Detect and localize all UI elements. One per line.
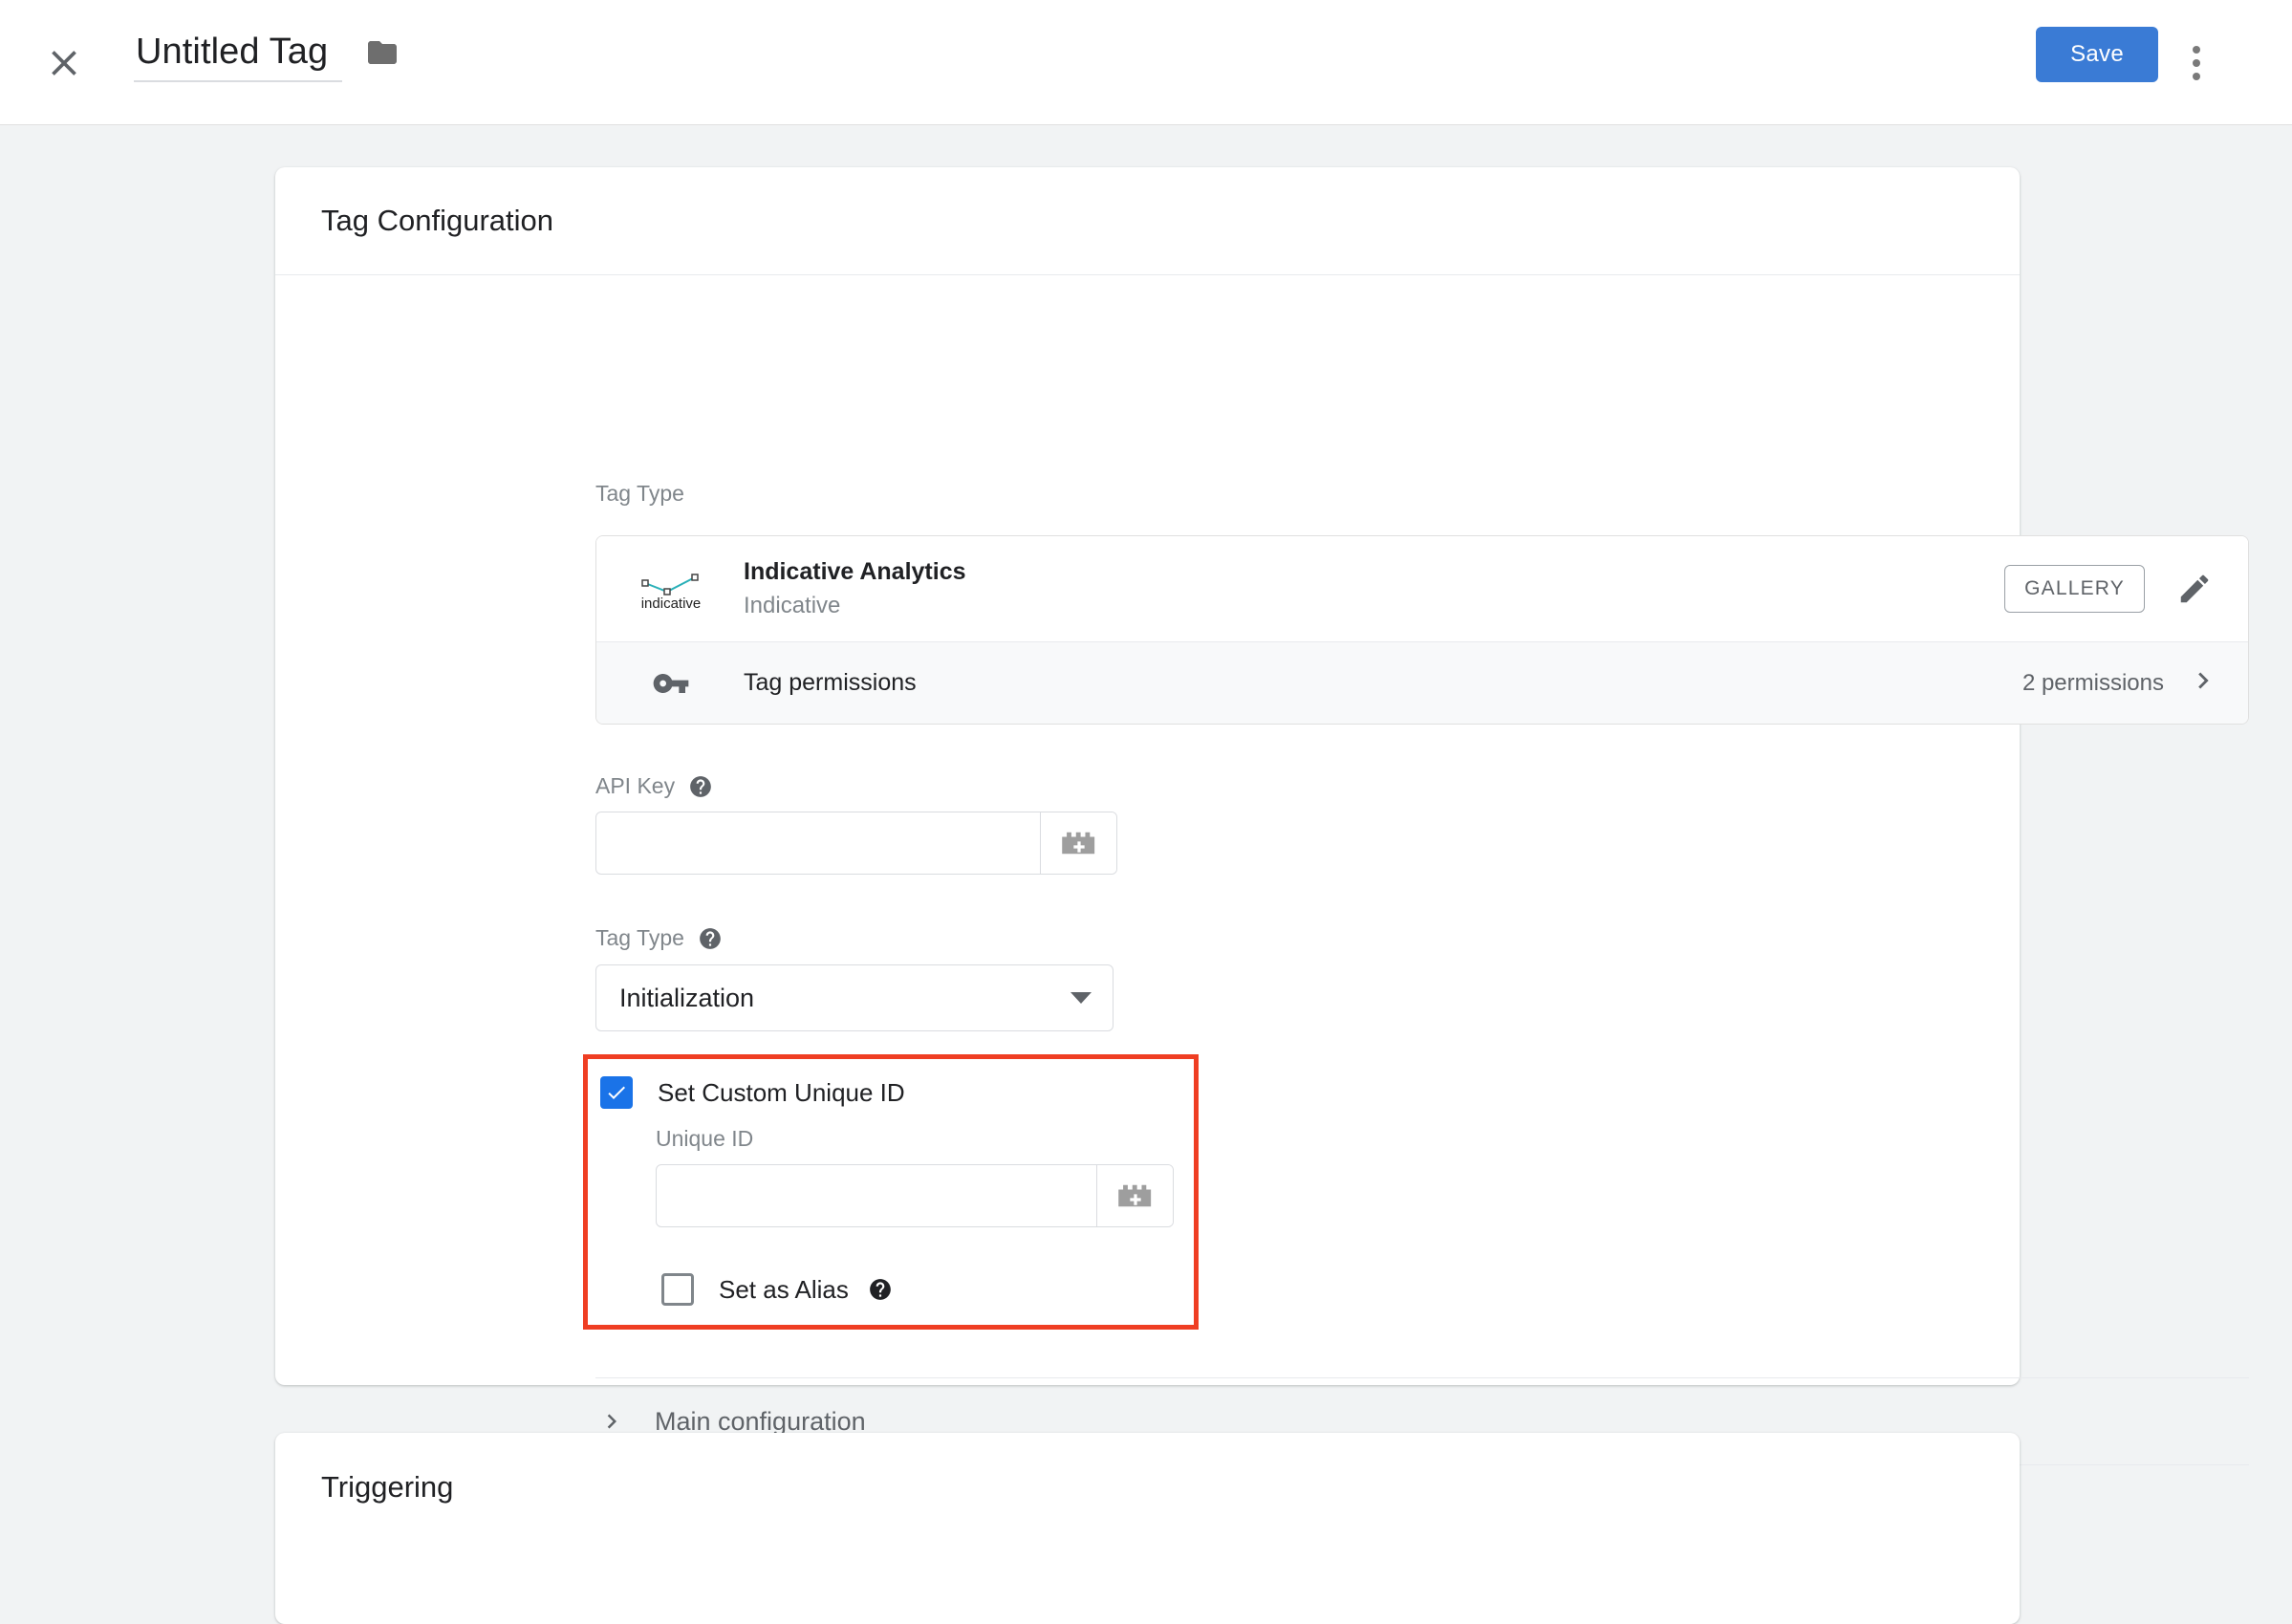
- tag-type-select-value: Initialization: [619, 983, 755, 1012]
- tag-configuration-title: Tag Configuration: [275, 167, 2020, 275]
- insert-variable-icon[interactable]: [1040, 812, 1116, 874]
- set-as-alias-row[interactable]: Set as Alias: [661, 1273, 893, 1306]
- kebab-dot: [2193, 46, 2200, 54]
- gallery-button[interactable]: GALLERY: [2004, 565, 2145, 613]
- tag-type-row[interactable]: indicative Indicative Analytics Indicati…: [596, 536, 2248, 641]
- api-key-label: API Key: [595, 773, 713, 799]
- tag-type-text: Indicative Analytics Indicative: [744, 555, 2004, 622]
- tag-type-select-label: Tag Type: [595, 925, 723, 951]
- set-custom-unique-id-checkbox[interactable]: [600, 1076, 633, 1109]
- chevron-right-icon: [2187, 664, 2219, 702]
- set-as-alias-label: Set as Alias: [719, 1274, 849, 1304]
- set-as-alias-checkbox[interactable]: [661, 1273, 694, 1306]
- tag-type-box: indicative Indicative Analytics Indicati…: [595, 535, 2249, 725]
- tag-configuration-card: Tag Configuration Tag Type indicative In…: [275, 167, 2249, 1505]
- tag-type-select[interactable]: Initialization: [595, 964, 1114, 1031]
- save-button[interactable]: Save: [2036, 27, 2158, 82]
- unique-id-input[interactable]: [657, 1165, 1096, 1226]
- close-icon: [43, 42, 85, 84]
- kebab-dot: [2193, 73, 2200, 80]
- triggering-card: Triggering: [275, 1433, 2020, 1624]
- folder-icon[interactable]: [365, 35, 400, 70]
- set-custom-unique-id-label: Set Custom Unique ID: [658, 1077, 905, 1107]
- svg-text:indicative: indicative: [641, 595, 702, 612]
- tag-type-name: Indicative Analytics: [744, 558, 966, 585]
- app-bar: Untitled Tag Save: [0, 0, 2292, 125]
- main-configuration-label: Main configuration: [655, 1406, 866, 1436]
- tag-type-section-label: Tag Type: [595, 481, 684, 506]
- tag-permissions-count: 2 permissions: [2022, 669, 2164, 696]
- pencil-icon[interactable]: [2166, 560, 2223, 617]
- unique-id-field[interactable]: [656, 1164, 1174, 1227]
- tag-name-input[interactable]: Untitled Tag: [134, 29, 342, 82]
- api-key-input[interactable]: [596, 812, 1040, 874]
- chevron-down-icon: [1070, 992, 1092, 1004]
- insert-variable-icon[interactable]: [1096, 1165, 1173, 1226]
- unique-id-label: Unique ID: [656, 1126, 754, 1151]
- title-area: Untitled Tag: [134, 29, 400, 82]
- api-key-field[interactable]: [595, 812, 1117, 875]
- more-vert-icon[interactable]: [2175, 38, 2217, 88]
- chevron-right-icon: [595, 1407, 628, 1436]
- indicative-logo-icon: indicative: [625, 562, 717, 616]
- close-button[interactable]: [42, 41, 86, 85]
- tag-permissions-row[interactable]: Tag permissions 2 permissions: [596, 641, 2248, 724]
- key-icon: [625, 664, 717, 703]
- help-circle-icon[interactable]: [698, 926, 723, 951]
- kebab-dot: [2193, 59, 2200, 67]
- set-custom-unique-id-row[interactable]: Set Custom Unique ID: [600, 1076, 905, 1109]
- tag-permissions-label: Tag permissions: [744, 669, 917, 696]
- tag-type-vendor: Indicative: [744, 593, 841, 618]
- help-circle-icon[interactable]: [868, 1277, 893, 1302]
- help-circle-icon[interactable]: [688, 774, 713, 799]
- triggering-title: Triggering: [321, 1469, 454, 1504]
